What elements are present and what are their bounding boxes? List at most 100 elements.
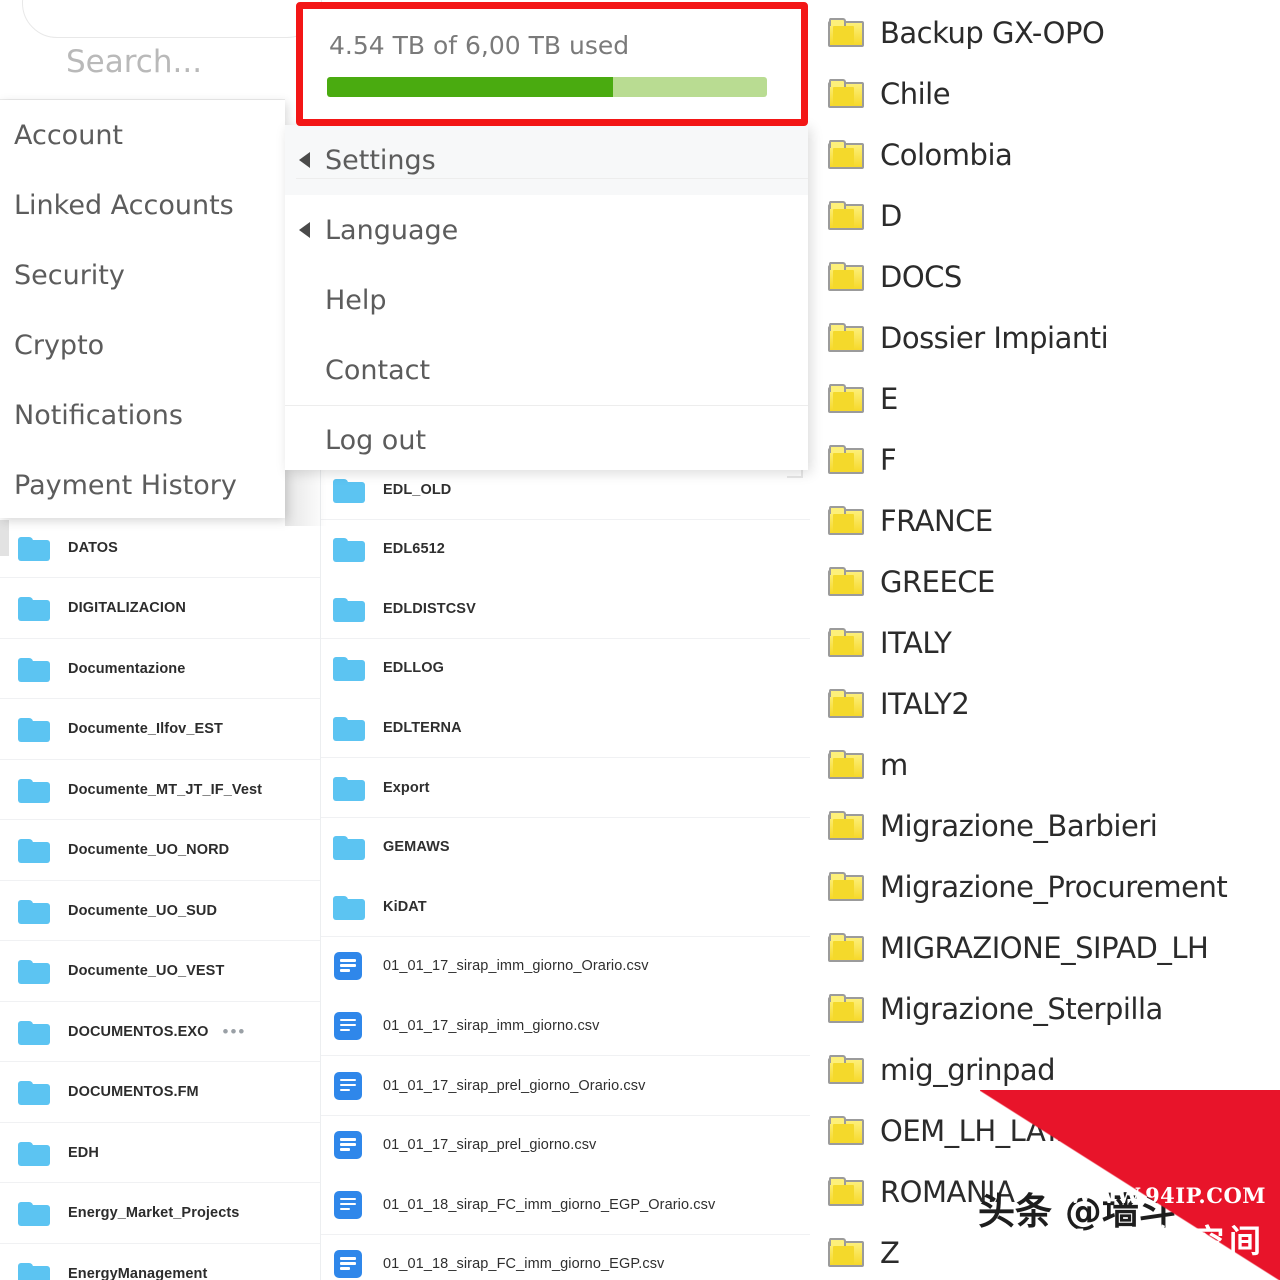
account-menu-item[interactable]: Crypto [0,310,285,380]
list-item[interactable]: E [812,368,1280,429]
list-item-label: Export [383,779,430,796]
list-item[interactable]: EDLLOG [321,638,810,699]
list-item[interactable]: Dossier Impianti [812,307,1280,368]
account-menu-item[interactable]: Notifications [0,380,285,450]
list-item[interactable]: Chile [812,63,1280,124]
settings-menu-item[interactable]: Help [285,265,808,335]
settings-menu-item[interactable]: Settings [285,125,808,195]
list-item[interactable]: FRANCE [812,490,1280,551]
list-item[interactable]: 01_01_17_sirap_prel_giorno.csv [321,1115,810,1176]
list-item-label: 01_01_17_sirap_imm_giorno.csv [383,1017,600,1034]
folder-icon [828,322,866,353]
right-folder-list: Backup GX-OPO Chile Colombia D DOCS Dossier I… [812,0,1280,1280]
list-item-label: DOCUMENTOS.FM [68,1084,199,1100]
settings-menu-item-label: Help [325,284,387,316]
list-item-label: 01_01_17_sirap_prel_giorno_Orario.csv [383,1077,646,1094]
account-menu-item-label: Linked Accounts [14,189,234,221]
list-item[interactable]: Documente_Ilfov_EST [0,699,320,760]
list-item[interactable]: 01_01_17_sirap_prel_giorno_Orario.csv [321,1056,810,1116]
list-item-label: Chile [880,76,951,111]
account-menu-item[interactable]: Account [0,100,285,170]
account-menu-item-label: Security [14,259,125,291]
list-item-label: ITALY [880,625,952,660]
list-item-label: DOCS [880,259,962,294]
list-item-label: Documente_Ilfov_EST [68,721,223,737]
storage-progress-track [327,77,767,97]
account-menu: Account Linked Accounts Security Crypto Noti… [0,100,285,518]
list-item-label: Z [880,1235,900,1270]
storage-usage-panel: 4.54 TB of 6,00 TB used [296,2,808,126]
account-menu-item-label: Notifications [14,399,183,431]
list-item[interactable]: Migrazione_Barbieri [812,795,1280,856]
account-menu-item-label: Payment History [14,469,237,501]
list-item[interactable]: Documentazione [0,639,320,699]
list-item[interactable]: DIGITALIZACION [0,578,320,639]
list-item-label: mig_grinpad [880,1052,1056,1087]
list-item[interactable]: DOCS [812,246,1280,307]
list-item[interactable]: Migrazione_Procurement [812,856,1280,917]
list-item[interactable]: ITALY [812,612,1280,673]
watermark-site-name: IT运维空间 [1074,1222,1266,1260]
list-item[interactable]: EDH [0,1123,320,1183]
list-item-label: EDLTERNA [383,719,462,736]
folder-icon [828,993,866,1024]
account-menu-item[interactable]: Security [0,240,285,310]
list-item[interactable]: Documente_UO_SUD [0,881,320,941]
csv-file-icon [333,1011,367,1041]
list-item[interactable]: Colombia [812,124,1280,185]
list-item[interactable]: GEMAWS [321,817,810,878]
list-item[interactable]: Backup GX-OPO [812,2,1280,63]
list-item[interactable]: GREECE [812,551,1280,612]
left-scrollbar-thumb[interactable] [0,520,9,556]
folder-icon [828,810,866,841]
row-overflow-menu-icon[interactable]: ••• [223,1023,247,1040]
list-item[interactable]: MIGRAZIONE_SIPAD_LH [812,917,1280,978]
settings-menu-item-label: Log out [325,425,427,456]
folder-icon [828,78,866,109]
list-item-label: F [880,442,897,477]
list-item[interactable]: Documente_UO_NORD [0,820,320,881]
list-item[interactable]: Energy_Market_Projects [0,1183,320,1244]
list-item[interactable]: D [812,185,1280,246]
list-item[interactable]: DATOS [0,518,320,578]
account-menu-item[interactable]: Linked Accounts [0,170,285,240]
settings-menu-item[interactable]: Log out [285,405,808,475]
folder-icon [18,958,52,984]
list-item[interactable]: m [812,734,1280,795]
folder-icon [828,200,866,231]
panel-divider [296,178,808,179]
list-item-label: E [880,381,898,416]
list-item[interactable]: Documente_MT_JT_IF_Vest [0,760,320,820]
list-item[interactable]: 01_01_18_sirap_FC_imm_giorno_EGP_Orario.… [321,1175,810,1236]
list-item[interactable]: EDLDISTCSV [321,579,810,640]
list-item-label: Documentazione [68,660,186,677]
list-item[interactable]: F [812,429,1280,490]
csv-file-icon [333,951,367,981]
folder-icon [828,1176,866,1207]
settings-menu-item[interactable]: Contact [285,335,808,405]
folder-icon [828,444,866,475]
search-input[interactable] [22,0,322,38]
list-item[interactable]: Export [321,758,810,818]
list-item[interactable]: ITALY2 [812,673,1280,734]
list-item[interactable]: EDL6512 [321,519,810,580]
list-item-label: 01_01_17_sirap_prel_giorno.csv [383,1137,597,1154]
list-item[interactable]: Documente_UO_VEST [0,941,320,1002]
list-item[interactable]: Migrazione_Sterpilla [812,978,1280,1039]
list-item[interactable]: EnergyManagement [0,1244,320,1280]
list-item-label: 01_01_17_sirap_imm_giorno_Orario.csv [383,958,649,975]
list-item[interactable]: DOCUMENTOS.EXO ••• [0,1002,320,1062]
account-menu-item[interactable]: Payment History [0,450,285,520]
list-item[interactable]: 01_01_17_sirap_imm_giorno.csv [321,996,810,1057]
list-item[interactable]: 01_01_18_sirap_FC_imm_giorno_EGP.csv [321,1234,810,1280]
list-item-label: EnergyManagement [68,1265,208,1280]
folder-icon [828,261,866,292]
folder-icon [18,1200,52,1226]
list-item[interactable]: 01_01_17_sirap_imm_giorno_Orario.csv [321,936,810,997]
settings-menu-item[interactable]: Language [285,195,808,265]
list-item[interactable]: DOCUMENTOS.FM [0,1062,320,1123]
list-item-label: ITALY2 [880,686,970,721]
list-item-label: EDLDISTCSV [383,600,476,617]
list-item[interactable]: KiDAT [321,877,810,938]
list-item[interactable]: EDLTERNA [321,698,810,759]
